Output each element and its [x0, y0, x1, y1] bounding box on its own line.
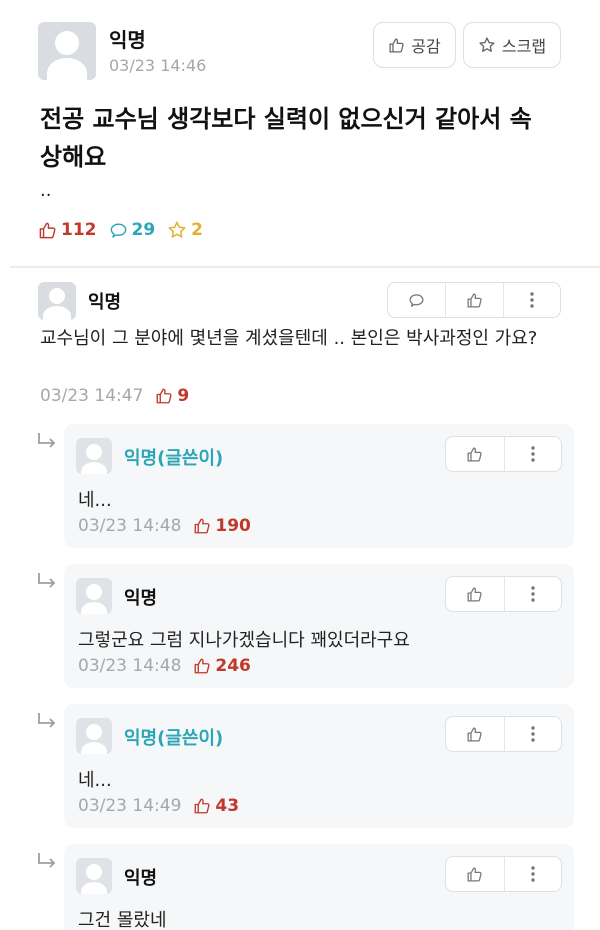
post-like-count-value: 112 — [61, 220, 97, 240]
reply-text: 네... — [78, 770, 112, 791]
thumbs-up-icon — [466, 446, 483, 463]
reply-arrow-icon — [36, 712, 58, 732]
comment-more-button[interactable] — [502, 283, 560, 317]
thumbs-up-icon — [193, 657, 211, 675]
reply-timestamp: 03/23 14:48 — [78, 516, 182, 536]
thumbs-up-icon — [466, 292, 483, 309]
reply-author-avatar — [76, 438, 112, 474]
post-stats: 112 29 2 — [38, 220, 203, 240]
comment-like-button[interactable] — [445, 283, 502, 317]
vertical-dots-icon — [529, 291, 535, 309]
vertical-dots-icon — [530, 445, 536, 463]
reply-box: 익명 그건 몰랐네 — [64, 844, 574, 930]
reply-box: 익명(글쓴이) 네... 03/23 14:48 190 — [64, 424, 574, 548]
reply-action-toolbar — [445, 436, 562, 472]
post-like-button-label: 공감 — [411, 37, 441, 56]
post-like-button[interactable]: 공감 — [373, 22, 456, 68]
reply-like-count: 246 — [193, 656, 251, 676]
thumbs-up-icon — [193, 517, 211, 535]
vertical-dots-icon — [530, 725, 536, 743]
vertical-dots-icon — [530, 585, 536, 603]
post-comment-count-value: 29 — [131, 220, 156, 240]
reply-author-name: 익명 — [124, 588, 158, 609]
reply-text: 그건 몰랐네 — [78, 910, 167, 930]
reply-like-count: 43 — [193, 796, 239, 816]
reply-author-name: 익명(글쓴이) — [124, 728, 224, 749]
reply-like-count-value: 246 — [215, 656, 251, 676]
reply-author-name: 익명 — [124, 868, 158, 889]
reply-author-avatar — [76, 858, 112, 894]
reply-more-button[interactable] — [503, 437, 562, 471]
reply-like-button[interactable] — [446, 857, 504, 891]
reply-author-avatar — [76, 718, 112, 754]
comment-like-count: 9 — [155, 386, 189, 406]
post-author-avatar — [38, 22, 96, 80]
reply-timestamp: 03/23 14:49 — [78, 796, 182, 816]
thumbs-up-icon — [155, 387, 173, 405]
comment-reply-button[interactable] — [388, 283, 445, 317]
comment-action-toolbar — [387, 282, 561, 318]
post-title: 전공 교수님 생각보다 실력이 없으신거 같아서 속상해요 — [40, 105, 532, 171]
reply-author-avatar — [76, 578, 112, 614]
comment-timestamp: 03/23 14:47 — [40, 386, 144, 406]
reply-action-toolbar — [445, 576, 562, 612]
speech-bubble-icon — [109, 221, 128, 240]
reply-like-count: 190 — [193, 516, 251, 536]
thumbs-up-icon — [466, 726, 483, 743]
reply-more-button[interactable] — [503, 857, 562, 891]
reply-text: 네... — [78, 490, 112, 511]
reply-arrow-icon — [36, 572, 58, 592]
post-timestamp: 03/23 14:46 — [109, 56, 207, 75]
reply-more-button[interactable] — [503, 577, 562, 611]
comment-like-count-value: 9 — [177, 386, 190, 406]
reply-like-count-value: 43 — [215, 796, 240, 816]
thumbs-up-icon — [466, 866, 483, 883]
reply-action-toolbar — [445, 856, 562, 892]
thumbs-up-icon — [388, 37, 405, 54]
comment-author-name: 익명 — [88, 292, 122, 313]
post-scrap-count-value: 2 — [191, 220, 204, 240]
post-like-count: 112 — [38, 220, 97, 240]
comment-author-avatar — [38, 282, 76, 320]
reply-arrow-icon — [36, 432, 58, 452]
reply-like-button[interactable] — [446, 437, 504, 471]
post-scrap-button-label: 스크랩 — [501, 37, 547, 56]
vertical-dots-icon — [530, 865, 536, 883]
reply-meta: 03/23 14:48 190 — [78, 516, 251, 536]
reply-box: 익명 그렇군요 그럼 지나가겠습니다 꽤있더라구요 03/23 14:48 24… — [64, 564, 574, 688]
reply-meta: 03/23 14:49 43 — [78, 796, 239, 816]
reply-arrow-icon — [36, 852, 58, 872]
star-icon — [167, 220, 187, 240]
reply-like-count-value: 190 — [215, 516, 251, 536]
post-comment-count: 29 — [109, 220, 156, 240]
comment-item: 익명 교수님이 그 분야에 몇년을 계셨을텐데 .. 본인은 박사과정인 가요?… — [0, 268, 600, 420]
comment-meta: 03/23 14:47 9 — [40, 386, 189, 406]
star-icon — [478, 36, 496, 54]
reply-like-button[interactable] — [446, 717, 504, 751]
post-body: .. — [40, 180, 52, 201]
reply-meta: 03/23 14:48 246 — [78, 656, 251, 676]
reply-like-button[interactable] — [446, 577, 504, 611]
thumbs-up-icon — [38, 221, 57, 240]
post-card: 익명 03/23 14:46 공감 스크랩 전공 교수님 생각보다 실력이 없으… — [0, 0, 600, 262]
post-scrap-button[interactable]: 스크랩 — [463, 22, 561, 68]
thumbs-up-icon — [193, 797, 211, 815]
post-scrap-count: 2 — [167, 220, 203, 240]
speech-bubble-icon — [408, 292, 425, 309]
reply-box: 익명(글쓴이) 네... 03/23 14:49 43 — [64, 704, 574, 828]
thumbs-up-icon — [466, 586, 483, 603]
comment-text: 교수님이 그 분야에 몇년을 계셨을텐데 .. 본인은 박사과정인 가요? — [40, 328, 538, 349]
reply-more-button[interactable] — [503, 717, 562, 751]
reply-author-name: 익명(글쓴이) — [124, 448, 224, 469]
reply-action-toolbar — [445, 716, 562, 752]
reply-text: 그렇군요 그럼 지나가겠습니다 꽤있더라구요 — [78, 630, 410, 651]
post-author-name: 익명 — [109, 28, 146, 52]
reply-timestamp: 03/23 14:48 — [78, 656, 182, 676]
